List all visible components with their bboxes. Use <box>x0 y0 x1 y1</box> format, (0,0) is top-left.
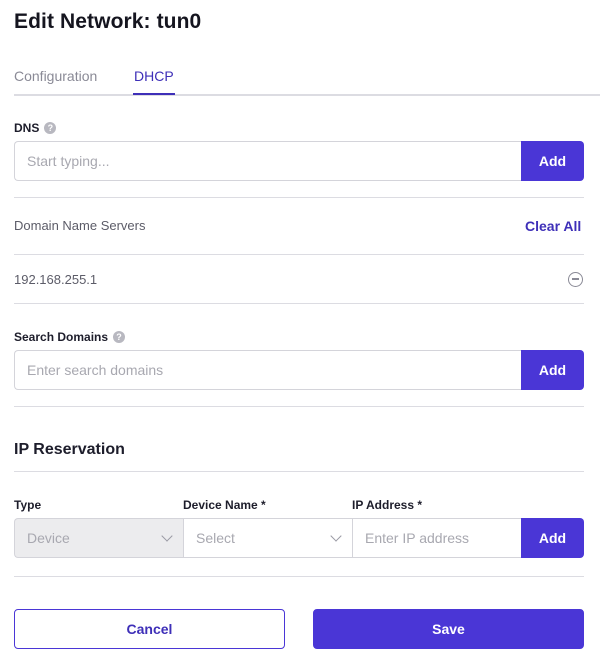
save-button[interactable]: Save <box>313 609 584 649</box>
divider <box>14 197 584 198</box>
divider <box>14 254 584 255</box>
search-domains-input[interactable] <box>14 350 521 390</box>
divider <box>14 406 584 407</box>
page-title: Edit Network: tun0 <box>14 10 202 33</box>
dns-input[interactable] <box>14 141 521 181</box>
cancel-button[interactable]: Cancel <box>14 609 285 649</box>
dns-input-group: Add <box>14 141 584 181</box>
dns-add-button[interactable]: Add <box>521 141 584 181</box>
divider <box>14 576 584 577</box>
tab-configuration[interactable]: Configuration <box>14 68 97 84</box>
type-select-value: Device <box>27 530 70 546</box>
help-circle-icon[interactable]: ? <box>44 122 57 134</box>
chevron-down-icon <box>330 530 342 542</box>
device-name-select[interactable]: Select <box>183 518 352 558</box>
chevron-down-icon <box>161 530 173 542</box>
ip-address-label: IP Address * <box>352 498 423 512</box>
ip-reservation-title: IP Reservation <box>14 441 125 458</box>
type-select[interactable]: Device <box>14 518 183 558</box>
ip-reservation-row: Device Select Add <box>14 518 584 558</box>
divider <box>14 471 584 472</box>
tab-bar: Configuration DHCP <box>14 66 600 96</box>
ip-reservation-add-button[interactable]: Add <box>521 518 584 558</box>
device-select-placeholder: Select <box>196 530 235 546</box>
tab-dhcp[interactable]: DHCP <box>133 68 175 95</box>
device-name-label: Device Name * <box>183 498 266 512</box>
dns-label: DNS ? <box>14 121 57 135</box>
divider <box>14 303 584 304</box>
search-domains-input-group: Add <box>14 350 584 390</box>
dns-server-item: 192.168.255.1 <box>14 272 98 287</box>
domain-name-servers-heading: Domain Name Servers <box>14 218 146 233</box>
type-label: Type <box>14 498 42 512</box>
help-circle-icon[interactable]: ? <box>113 331 126 343</box>
search-domains-label-text: Search Domains <box>14 330 109 344</box>
search-domains-label: Search Domains ? <box>14 330 126 344</box>
ip-address-input[interactable] <box>352 518 521 558</box>
dns-label-text: DNS <box>14 121 40 135</box>
clear-all-link[interactable]: Clear All <box>525 218 581 234</box>
search-domains-add-button[interactable]: Add <box>521 350 584 390</box>
minus-circle-icon[interactable] <box>568 272 583 287</box>
